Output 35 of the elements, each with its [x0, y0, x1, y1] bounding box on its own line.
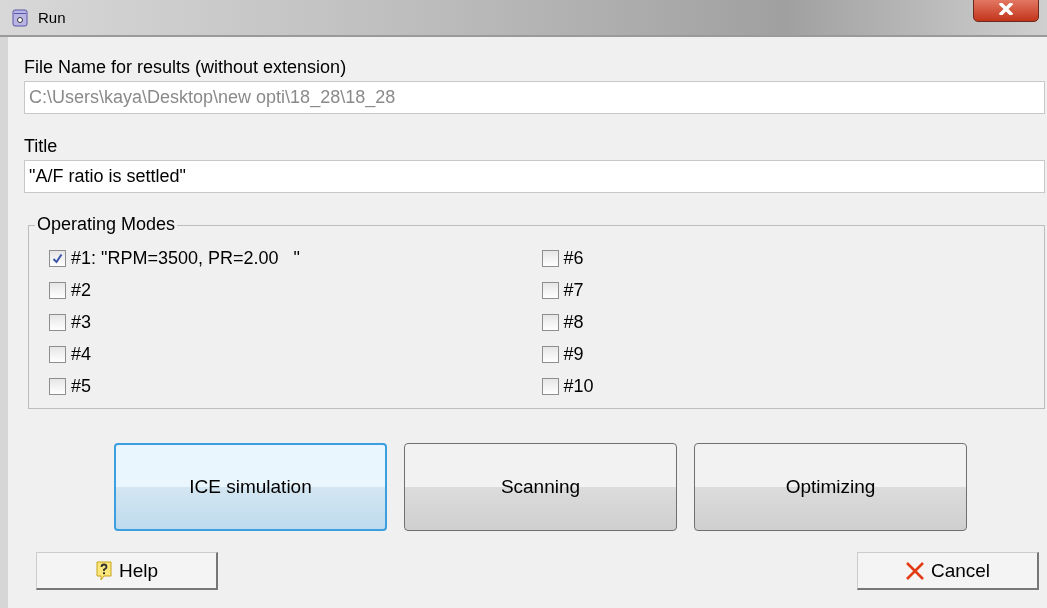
- group-label: Operating Modes: [35, 214, 178, 235]
- checkbox-label: #1: "RPM=3500, PR=2.00 ": [71, 247, 300, 269]
- checkbox-label: #8: [563, 311, 584, 333]
- checkbox[interactable]: [49, 377, 66, 395]
- checkbox-label: #4: [71, 343, 92, 365]
- app-icon: [12, 8, 28, 27]
- checkbox[interactable]: [49, 345, 66, 363]
- checkbox[interactable]: [49, 313, 66, 331]
- checkbox-label: #6: [563, 247, 584, 269]
- checkbox[interactable]: [49, 281, 66, 299]
- checkbox[interactable]: [541, 377, 559, 395]
- checkbox-label: #2: [71, 279, 92, 301]
- checkbox-label: #5: [71, 375, 92, 397]
- window-title: Run: [38, 9, 66, 26]
- action-button[interactable]: Scanning: [404, 443, 677, 531]
- action-button[interactable]: Optimizing: [694, 443, 967, 531]
- checkbox-label: #7: [563, 279, 584, 301]
- action-button[interactable]: ICE simulation: [114, 443, 387, 531]
- checkbox-label: #9: [563, 343, 584, 365]
- checkbox-label: #3: [71, 311, 92, 333]
- close-button[interactable]: [973, 0, 1039, 22]
- field-label: File Name for results (without extension): [24, 57, 348, 78]
- checkbox-label: #10: [563, 375, 594, 397]
- help-icon: [94, 560, 113, 581]
- close-icon: [998, 3, 1014, 15]
- field-label: Title: [24, 136, 59, 157]
- cancel-icon: [904, 560, 925, 581]
- checkbox[interactable]: [49, 249, 66, 267]
- checkbox[interactable]: [541, 281, 559, 299]
- cancel-button[interactable]: Cancel: [857, 552, 1039, 590]
- checkbox[interactable]: [541, 345, 559, 363]
- help-button[interactable]: Help: [36, 552, 218, 590]
- checkbox[interactable]: [541, 249, 559, 267]
- title-field[interactable]: "A/F ratio is settled": [24, 160, 1045, 193]
- checkbox[interactable]: [541, 313, 559, 331]
